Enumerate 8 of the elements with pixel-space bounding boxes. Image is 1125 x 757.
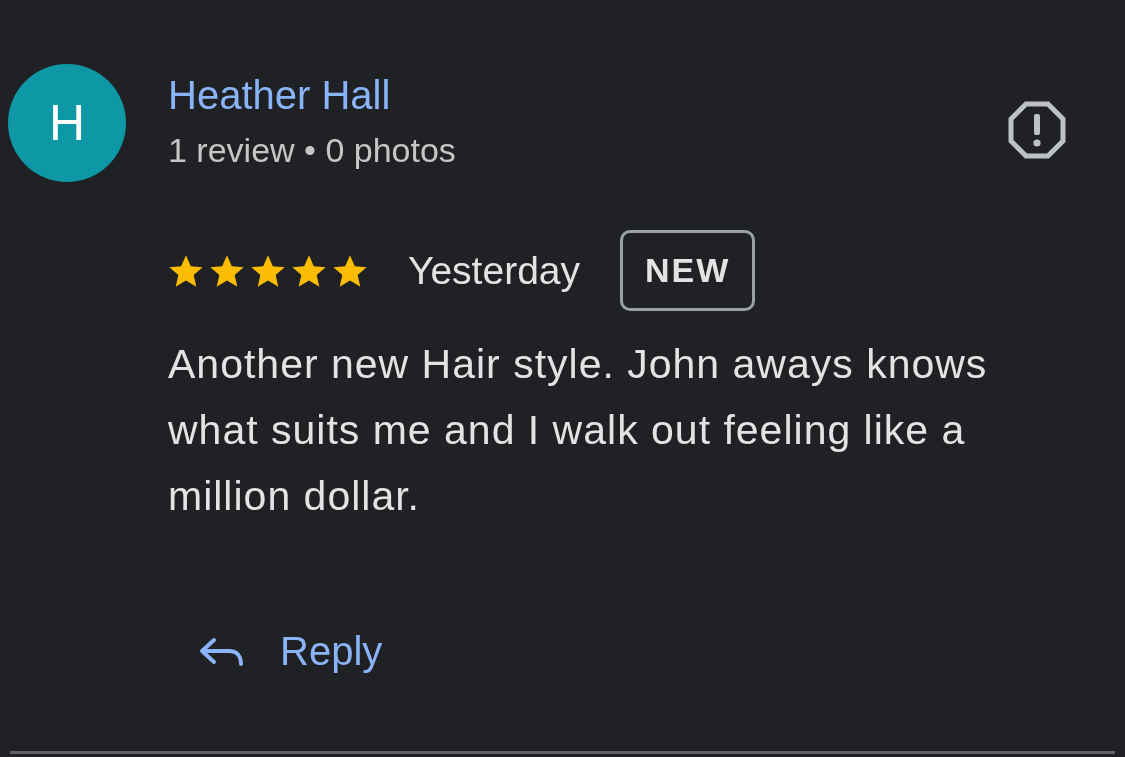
author-name[interactable]: Heather Hall	[168, 72, 391, 118]
review-text: Another new Hair style. John aways knows what suits me and I walk out feeling like a million dollar.	[168, 340, 989, 521]
author-stats: 1 review • 0 photos	[168, 130, 456, 170]
review-date: Yesterday	[408, 248, 580, 293]
new-badge: NEW	[620, 230, 756, 311]
reply-button[interactable]: Reply	[198, 621, 383, 682]
avatar: H	[8, 64, 126, 182]
report-icon[interactable]	[1007, 100, 1067, 160]
